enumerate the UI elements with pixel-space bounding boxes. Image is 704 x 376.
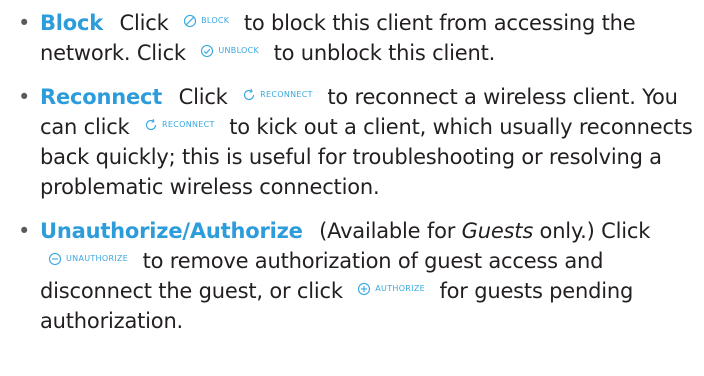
reconnect-button-reference: RECONNECT	[242, 88, 313, 102]
bullet-dot: •	[18, 219, 31, 243]
list-item-unauthorize-authorize: • Unauthorize/Authorize (Available for G…	[10, 216, 704, 336]
list-item-block: • Block Click BLOCK to block this client…	[10, 8, 704, 68]
term-block: Block	[40, 11, 104, 35]
reconnect-button-reference: RECONNECT	[144, 118, 215, 132]
document-body: • Block Click BLOCK to block this client…	[0, 0, 704, 376]
body-text: to kick out a client, which usually reco…	[40, 115, 693, 199]
authorize-icon	[358, 282, 371, 296]
unauthorize-button-reference: UNAUTHORIZE	[48, 252, 128, 266]
unblock-button-label: UNBLOCK	[218, 46, 260, 55]
authorize-button-reference: AUTHORIZE	[357, 282, 425, 296]
reconnect-icon	[145, 119, 157, 131]
body-text: Click	[119, 11, 169, 35]
body-text: Click	[178, 85, 228, 109]
unauthorize-button-label: UNAUTHORIZE	[66, 254, 129, 263]
unauthorize-icon	[48, 252, 62, 266]
list-item-reconnect: • Reconnect Click RECONNECT to reconnect…	[10, 82, 704, 202]
unblock-button-reference: UNBLOCK	[200, 44, 259, 58]
term-reconnect: Reconnect	[40, 85, 163, 109]
availability-note: (Available for	[319, 219, 456, 243]
reconnect-button-label: RECONNECT	[260, 90, 313, 99]
bullet-dot: •	[18, 85, 31, 109]
reconnect-icon	[244, 89, 255, 101]
unblock-icon	[201, 44, 214, 58]
block-icon	[183, 14, 197, 28]
authorize-button-label: AUTHORIZE	[375, 284, 425, 293]
availability-note-emphasis: Guests	[461, 219, 534, 243]
body-text: Click	[601, 219, 651, 243]
reconnect-button-label: RECONNECT	[162, 120, 215, 129]
body-text: to unblock this client.	[273, 41, 496, 65]
block-button-label: BLOCK	[201, 16, 230, 25]
term-unauthorize-authorize: Unauthorize/Authorize	[40, 219, 303, 243]
bullet-dot: •	[18, 11, 31, 35]
availability-note: only.)	[539, 219, 595, 243]
block-button-reference: BLOCK	[183, 14, 229, 28]
